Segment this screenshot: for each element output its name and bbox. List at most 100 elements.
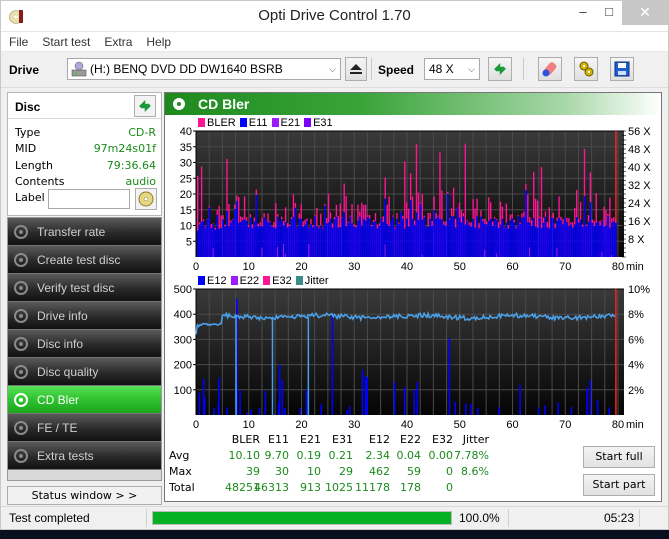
toolbar: Drive (H:) BENQ DVD DD DW1640 BSRB ⌵ Spe…	[1, 52, 668, 88]
toolbar-divider	[371, 58, 372, 80]
e11-bar	[560, 220, 562, 257]
chevron-down-icon: ⌵	[329, 64, 336, 74]
e21-bar	[282, 243, 284, 257]
e11-bar	[495, 220, 498, 257]
disc-field-key: MID	[15, 142, 37, 155]
e12-bar	[346, 409, 348, 415]
menu-extra[interactable]: Extra	[102, 35, 134, 49]
e11-bar	[431, 225, 434, 257]
x-tick-label: 80	[612, 419, 624, 431]
nav-item-disc-quality[interactable]: Disc quality	[8, 358, 161, 386]
e12-bar	[537, 407, 540, 415]
e11-bar	[396, 218, 398, 257]
e11-bar	[499, 224, 502, 257]
e11-bar	[337, 227, 340, 257]
e11-bar	[441, 219, 443, 257]
e11-bar	[218, 228, 221, 257]
e11-bar	[519, 224, 521, 257]
nav-item-create-test-disc[interactable]: Create test disc	[8, 246, 161, 274]
speed-select[interactable]: 48 X ⌵	[424, 58, 480, 80]
e21-bar	[601, 252, 603, 257]
close-button[interactable]: ✕	[622, 1, 668, 25]
e11-bar	[515, 228, 518, 257]
drive-select[interactable]: (H:) BENQ DVD DD DW1640 BSRB ⌵	[67, 58, 341, 80]
menu-start-test[interactable]: Start test	[40, 35, 92, 49]
speed-value: 48 X	[429, 62, 454, 76]
e11-bar	[388, 225, 391, 257]
menu-help[interactable]: Help	[144, 35, 173, 49]
progress-bar	[152, 511, 452, 525]
x-tick-label: 10	[243, 419, 255, 431]
nav-item-drive-info[interactable]: Drive info	[8, 302, 161, 330]
e11-bar	[230, 222, 232, 257]
e11-bar	[435, 218, 437, 257]
stats-header: E21	[300, 433, 321, 446]
start-full-button[interactable]: Start full	[583, 446, 655, 468]
nav-item-cd-bler[interactable]: CD Bler	[8, 386, 161, 414]
nav-item-label: CD Bler	[37, 393, 80, 407]
e11-bar	[214, 229, 217, 257]
save-button[interactable]	[610, 57, 634, 81]
e11-bar	[439, 218, 441, 257]
e11-bar	[503, 228, 506, 257]
e11-bar	[552, 218, 555, 257]
e11-bar	[271, 226, 273, 257]
e12-bar	[393, 382, 396, 415]
disc-refresh-button[interactable]	[134, 95, 156, 117]
e11-bar	[550, 217, 553, 257]
e11-bar	[204, 227, 207, 257]
e11-bar	[411, 219, 414, 257]
e11-bar	[591, 222, 594, 257]
eject-button[interactable]	[345, 57, 367, 81]
disc-length-row: Length 79:36.64	[15, 159, 156, 175]
gears-icon	[579, 61, 594, 77]
e11-bar	[417, 220, 420, 257]
e12-bar	[226, 407, 228, 415]
e11-bar	[220, 228, 223, 257]
drive-value: (H:) BENQ DVD DD DW1640 BSRB	[90, 62, 283, 76]
e11-bar	[527, 222, 529, 257]
e11-bar	[468, 224, 471, 257]
nav-item-extra-tests[interactable]: Extra tests	[8, 442, 161, 470]
e12-bar	[348, 406, 351, 415]
stats-header: BLER	[231, 433, 260, 446]
maximize-button[interactable]: □	[594, 1, 624, 25]
settings-button[interactable]	[574, 57, 598, 81]
e11-bar	[310, 224, 312, 257]
nav-item-verify-test-disc[interactable]: Verify test disc	[8, 274, 161, 302]
nav-item-transfer-rate[interactable]: Transfer rate	[8, 218, 161, 246]
e11-bar	[198, 224, 201, 257]
refresh-speed-button[interactable]	[488, 57, 512, 81]
x-tick-label: 40	[401, 419, 413, 431]
status-window-button[interactable]: Status window > >	[7, 486, 162, 505]
e11-bar	[222, 219, 224, 257]
menu-file[interactable]: File	[7, 35, 30, 49]
e11-bar	[392, 216, 394, 257]
erase-button[interactable]	[538, 57, 562, 81]
nav-item-fe-te[interactable]: FE / TE	[8, 414, 161, 442]
y-tick-label: 500	[174, 285, 192, 296]
y-tick-label: 200	[174, 360, 192, 372]
disc-label-button[interactable]	[135, 188, 157, 210]
e21-bar	[421, 254, 423, 257]
floppy-save-icon	[614, 61, 630, 77]
e11-bar	[486, 224, 488, 257]
e11-bar	[290, 219, 293, 257]
e11-bar	[540, 228, 543, 257]
e11-bar	[333, 219, 336, 257]
e11-bar	[378, 225, 381, 257]
disc-tool-icon	[14, 253, 28, 267]
e11-bar	[406, 218, 408, 257]
e11-bar	[452, 216, 455, 257]
e11-bar	[501, 218, 504, 257]
y2-tick-label: 40 X	[628, 162, 651, 174]
e11-bar	[470, 226, 473, 257]
disc-label-input[interactable]	[48, 189, 130, 209]
start-part-button[interactable]: Start part	[583, 474, 655, 496]
e11-bar	[249, 217, 252, 257]
e21-bar	[384, 244, 386, 257]
nav-item-disc-info[interactable]: Disc info	[8, 330, 161, 358]
y2-tick-label: 16 X	[628, 216, 651, 228]
y2-tick-label: 8 X	[628, 234, 645, 246]
e11-bar	[464, 224, 467, 257]
